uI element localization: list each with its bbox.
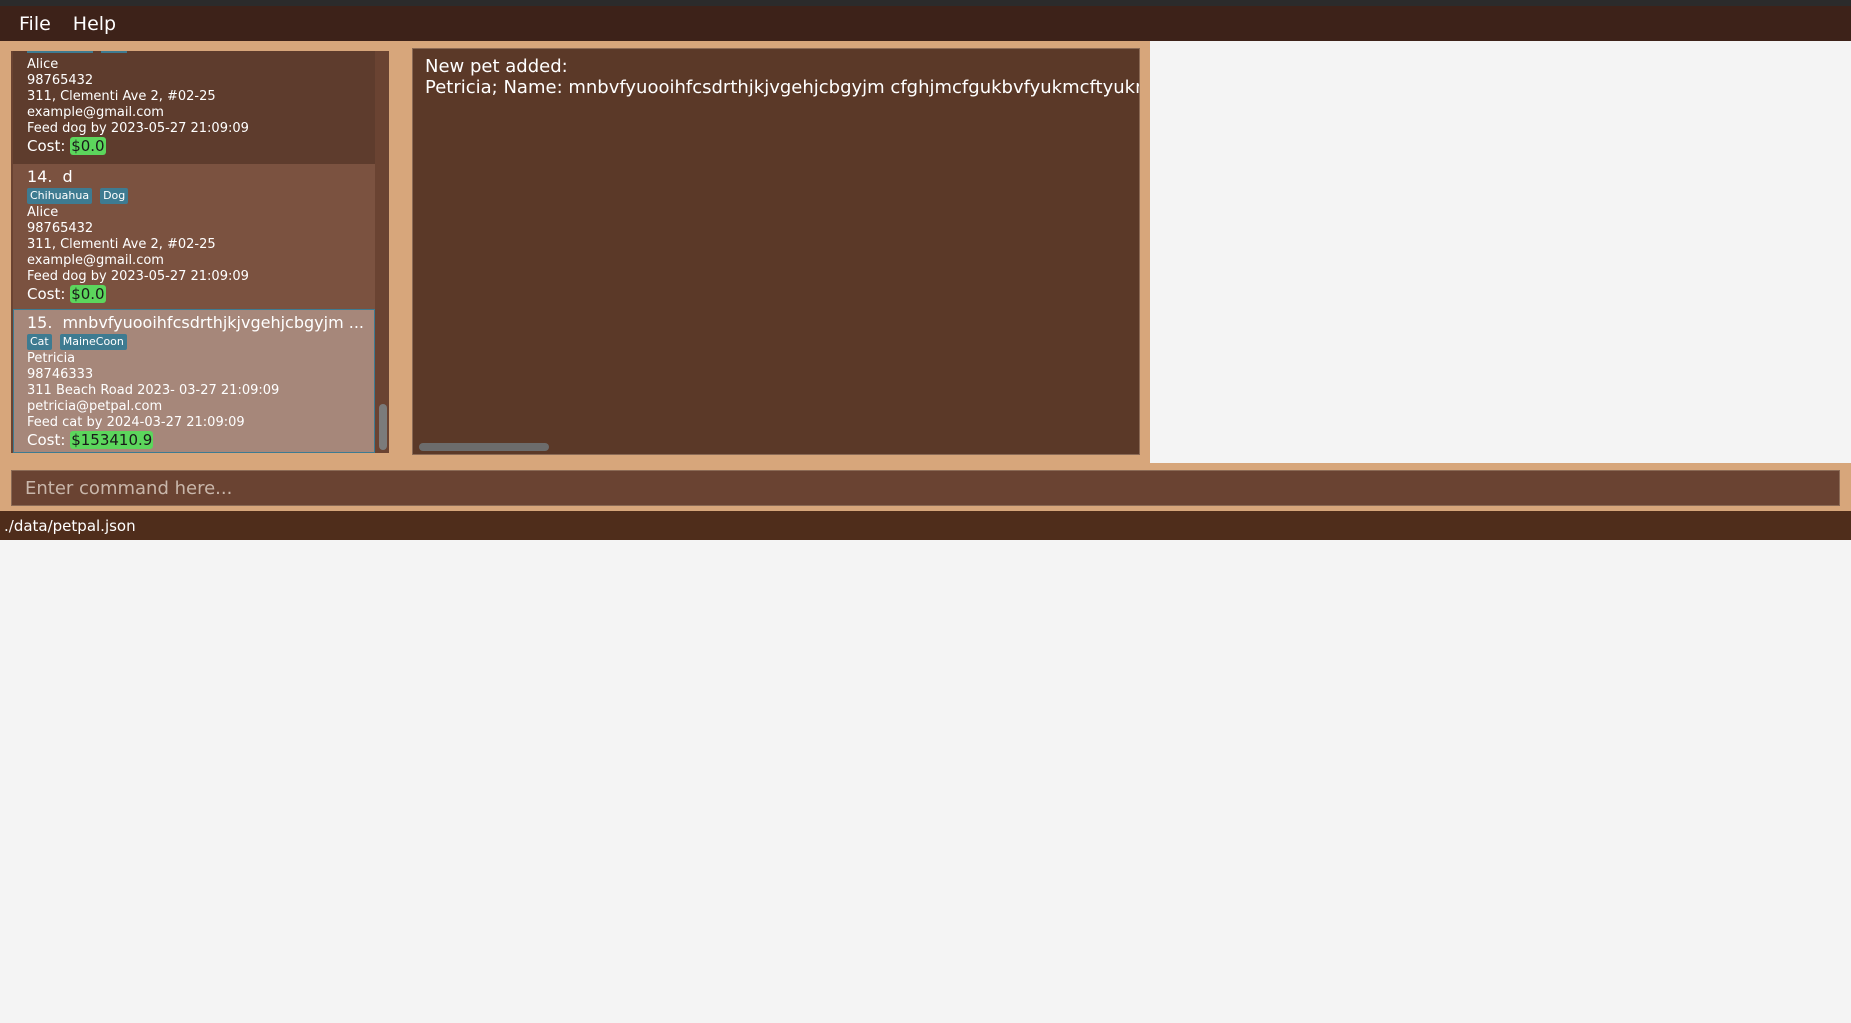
result-line-1: New pet added:: [425, 56, 568, 77]
list-scrollbar-thumb[interactable]: [379, 404, 387, 450]
pet-card[interactable]: Alice 98765432 311, Clementi Ave 2, #02-…: [13, 51, 375, 164]
pet-card-header: 15. mnbvfyuooihfcsdrthjkjvgehjcbgyjm ...: [27, 313, 372, 333]
pet-tag: Cat: [27, 334, 52, 350]
pet-address: 311 Beach Road 2023- 03-27 21:09:09: [27, 383, 280, 398]
pet-email: example@gmail.com: [27, 253, 164, 268]
pet-card-selected[interactable]: 15. mnbvfyuooihfcsdrthjkjvgehjcbgyjm ... …: [13, 309, 375, 453]
result-text: New pet added: Petricia; Name: mnbvfyuoo…: [425, 56, 1140, 98]
pet-card-header: 14. d: [27, 167, 372, 187]
pet-tag: Dog: [100, 188, 129, 204]
list-scrollbar[interactable]: [377, 51, 389, 453]
command-input[interactable]: [11, 470, 1840, 506]
pet-index: 14.: [27, 167, 53, 186]
menu-file[interactable]: File: [9, 13, 60, 35]
result-display[interactable]: New pet added: Petricia; Name: mnbvfyuoo…: [412, 48, 1140, 455]
empty-window-area: [1150, 41, 1851, 463]
save-file-path: ./data/petpal.json: [4, 516, 136, 535]
pet-phone: 98765432: [27, 221, 94, 236]
result-panel: New pet added: Petricia; Name: mnbvfyuoo…: [400, 41, 1150, 463]
pet-phone: 98765432: [27, 73, 94, 88]
command-box: [0, 466, 1851, 511]
pet-owner: Petricia: [27, 351, 76, 366]
pet-owner: Alice: [27, 57, 59, 72]
pet-owner: Alice: [27, 205, 59, 220]
pet-name: mnbvfyuooihfcsdrthjkjvgehjcbgyjm ...: [62, 313, 365, 332]
pet-cost-label: Cost:: [27, 137, 66, 155]
pet-cost-label: Cost:: [27, 431, 66, 449]
pet-tag: Chihuahua: [27, 188, 93, 204]
pet-address: 311, Clementi Ave 2, #02-25: [27, 237, 216, 252]
pet-list[interactable]: Alice 98765432 311, Clementi Ave 2, #02-…: [11, 51, 389, 453]
pet-tags: [27, 51, 375, 53]
pet-cost: Cost: $0.0: [27, 137, 375, 155]
pet-cost-label: Cost:: [27, 285, 66, 303]
menu-bar: File Help: [0, 6, 1851, 41]
pet-feed-time: Feed cat by 2024-03-27 21:09:09: [27, 415, 245, 430]
result-line-2: Petricia; Name: mnbvfyuooihfcsdrthjkjvge…: [425, 77, 1140, 98]
pet-tag: [27, 51, 93, 53]
menu-help[interactable]: Help: [63, 13, 125, 35]
pet-index: 15.: [27, 313, 53, 332]
pet-cost: Cost: $0.0: [27, 285, 375, 303]
pet-email: petricia@petpal.com: [27, 399, 163, 414]
pet-email: example@gmail.com: [27, 105, 164, 120]
result-horizontal-scrollbar[interactable]: [414, 441, 1138, 453]
pet-feed-time: Feed dog by 2023-05-27 21:09:09: [27, 121, 249, 136]
pet-cost-value: $0.0: [70, 137, 106, 155]
pet-feed-time: Feed dog by 2023-05-27 21:09:09: [27, 269, 249, 284]
pet-cost-value: $0.0: [70, 285, 106, 303]
pet-cost: Cost: $153410.9: [27, 431, 374, 449]
pet-tags: Chihuahua Dog: [27, 187, 375, 205]
pet-phone: 98746333: [27, 367, 94, 382]
pet-tags: Cat MaineCoon: [27, 333, 374, 351]
pet-address: 311, Clementi Ave 2, #02-25: [27, 89, 216, 104]
pet-card[interactable]: 14. d Chihuahua Dog Alice 98765432 311, C…: [13, 164, 375, 309]
pet-cost-value: $153410.9: [70, 431, 154, 449]
pet-name: d: [62, 167, 73, 186]
pet-tag: MaineCoon: [59, 334, 127, 350]
result-scrollbar-thumb[interactable]: [419, 443, 549, 451]
status-bar: ./data/petpal.json: [0, 511, 1851, 540]
pet-tag: [101, 51, 127, 53]
pet-list-panel: Alice 98765432 311, Clementi Ave 2, #02-…: [0, 41, 400, 463]
